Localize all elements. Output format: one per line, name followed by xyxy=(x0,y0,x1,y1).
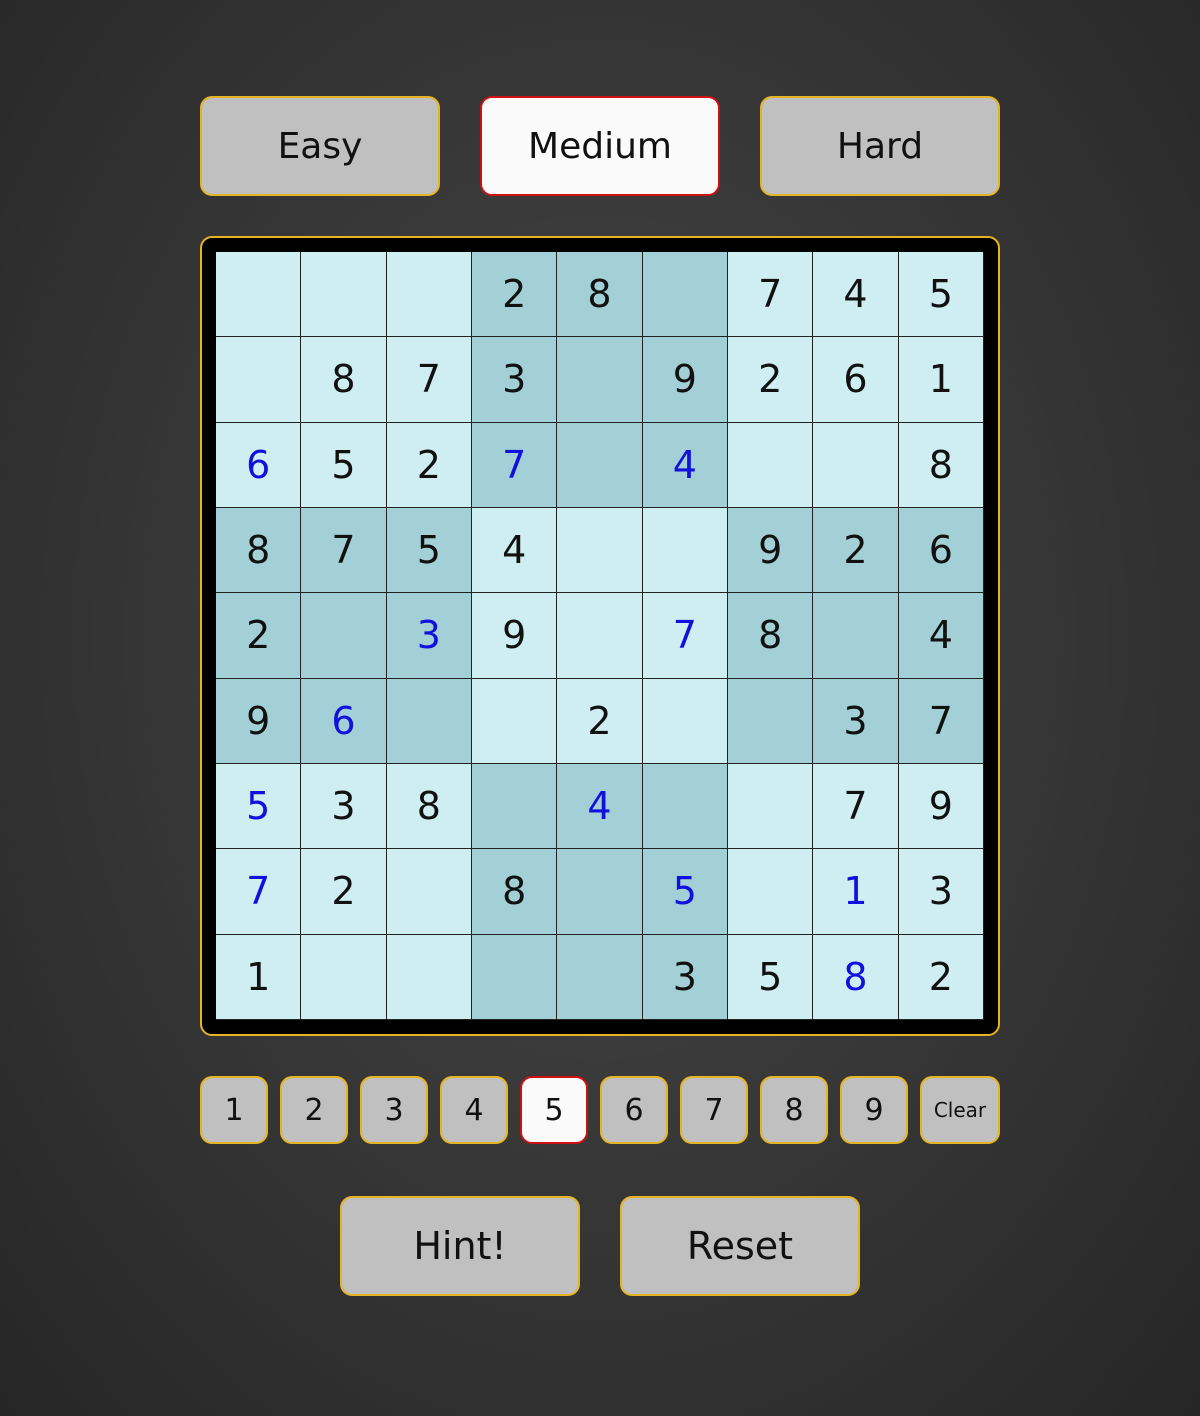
sudoku-cell-r1-c1[interactable] xyxy=(216,252,302,338)
number-button-2[interactable]: 2 xyxy=(280,1076,348,1144)
number-button-9[interactable]: 9 xyxy=(840,1076,908,1144)
number-button-1[interactable]: 1 xyxy=(200,1076,268,1144)
sudoku-cell-r9-c7[interactable]: 5 xyxy=(728,934,814,1020)
sudoku-cell-r9-c8[interactable]: 8 xyxy=(813,934,899,1020)
sudoku-cell-r4-c6[interactable] xyxy=(642,508,728,594)
number-button-8[interactable]: 8 xyxy=(760,1076,828,1144)
sudoku-cell-r3-c8[interactable] xyxy=(813,422,899,508)
sudoku-cell-r7-c4[interactable] xyxy=(472,764,558,850)
number-button-6[interactable]: 6 xyxy=(600,1076,668,1144)
sudoku-cell-r8-c2[interactable]: 2 xyxy=(301,849,387,935)
sudoku-cell-r5-c9[interactable]: 4 xyxy=(898,593,984,679)
sudoku-cell-r2-c6[interactable]: 9 xyxy=(642,337,728,423)
sudoku-cell-r8-c5[interactable] xyxy=(557,849,643,935)
sudoku-cell-r8-c1[interactable]: 7 xyxy=(216,849,302,935)
sudoku-cell-r1-c2[interactable] xyxy=(301,252,387,338)
sudoku-cell-r8-c3[interactable] xyxy=(386,849,472,935)
sudoku-cell-r9-c2[interactable] xyxy=(301,934,387,1020)
sudoku-cell-r3-c7[interactable] xyxy=(728,422,814,508)
sudoku-cell-r6-c2[interactable]: 6 xyxy=(301,678,387,764)
sudoku-cell-r4-c9[interactable]: 6 xyxy=(898,508,984,594)
sudoku-cell-r1-c9[interactable]: 5 xyxy=(898,252,984,338)
sudoku-cell-r4-c4[interactable]: 4 xyxy=(472,508,558,594)
sudoku-cell-r9-c9[interactable]: 2 xyxy=(898,934,984,1020)
sudoku-cell-r1-c4[interactable]: 2 xyxy=(472,252,558,338)
sudoku-cell-r2-c1[interactable] xyxy=(216,337,302,423)
sudoku-cell-r7-c5[interactable]: 4 xyxy=(557,764,643,850)
sudoku-cell-r5-c6[interactable]: 7 xyxy=(642,593,728,679)
sudoku-cell-r5-c2[interactable] xyxy=(301,593,387,679)
sudoku-cell-r9-c3[interactable] xyxy=(386,934,472,1020)
difficulty-easy-button[interactable]: Easy xyxy=(200,96,440,196)
sudoku-cell-r1-c8[interactable]: 4 xyxy=(813,252,899,338)
sudoku-cell-r1-c3[interactable] xyxy=(386,252,472,338)
sudoku-board: 2874587392616527488754926239784962375384… xyxy=(200,236,1000,1036)
sudoku-cell-r5-c3[interactable]: 3 xyxy=(386,593,472,679)
sudoku-cell-r8-c8[interactable]: 1 xyxy=(813,849,899,935)
sudoku-cell-r7-c2[interactable]: 3 xyxy=(301,764,387,850)
sudoku-cell-r8-c4[interactable]: 8 xyxy=(472,849,558,935)
sudoku-cell-r2-c5[interactable] xyxy=(557,337,643,423)
sudoku-cell-r2-c9[interactable]: 1 xyxy=(898,337,984,423)
sudoku-cell-r1-c7[interactable]: 7 xyxy=(728,252,814,338)
sudoku-cell-r4-c7[interactable]: 9 xyxy=(728,508,814,594)
sudoku-cell-r5-c5[interactable] xyxy=(557,593,643,679)
sudoku-cell-r2-c7[interactable]: 2 xyxy=(728,337,814,423)
sudoku-cell-r5-c7[interactable]: 8 xyxy=(728,593,814,679)
sudoku-cell-r7-c7[interactable] xyxy=(728,764,814,850)
sudoku-cell-r6-c1[interactable]: 9 xyxy=(216,678,302,764)
sudoku-cell-r5-c8[interactable] xyxy=(813,593,899,679)
sudoku-cell-r5-c1[interactable]: 2 xyxy=(216,593,302,679)
sudoku-cell-r8-c9[interactable]: 3 xyxy=(898,849,984,935)
sudoku-cell-r9-c4[interactable] xyxy=(472,934,558,1020)
sudoku-cell-r1-c5[interactable]: 8 xyxy=(557,252,643,338)
sudoku-cell-r9-c5[interactable] xyxy=(557,934,643,1020)
sudoku-cell-r7-c9[interactable]: 9 xyxy=(898,764,984,850)
sudoku-cell-r6-c3[interactable] xyxy=(386,678,472,764)
sudoku-cell-r4-c5[interactable] xyxy=(557,508,643,594)
sudoku-cell-r8-c7[interactable] xyxy=(728,849,814,935)
sudoku-cell-r4-c2[interactable]: 7 xyxy=(301,508,387,594)
sudoku-cell-r7-c8[interactable]: 7 xyxy=(813,764,899,850)
sudoku-cell-r2-c8[interactable]: 6 xyxy=(813,337,899,423)
difficulty-hard-button[interactable]: Hard xyxy=(760,96,1000,196)
sudoku-cell-r2-c3[interactable]: 7 xyxy=(386,337,472,423)
sudoku-cell-r3-c3[interactable]: 2 xyxy=(386,422,472,508)
sudoku-cell-r7-c1[interactable]: 5 xyxy=(216,764,302,850)
sudoku-cell-r6-c8[interactable]: 3 xyxy=(813,678,899,764)
number-button-5[interactable]: 5 xyxy=(520,1076,588,1144)
sudoku-cell-r9-c6[interactable]: 3 xyxy=(642,934,728,1020)
sudoku-cell-r3-c4[interactable]: 7 xyxy=(472,422,558,508)
sudoku-cell-r4-c1[interactable]: 8 xyxy=(216,508,302,594)
sudoku-cell-r3-c6[interactable]: 4 xyxy=(642,422,728,508)
number-button-3[interactable]: 3 xyxy=(360,1076,428,1144)
sudoku-cell-r3-c2[interactable]: 5 xyxy=(301,422,387,508)
sudoku-grid: 2874587392616527488754926239784962375384… xyxy=(216,252,984,1020)
sudoku-cell-r6-c4[interactable] xyxy=(472,678,558,764)
sudoku-cell-r4-c8[interactable]: 2 xyxy=(813,508,899,594)
sudoku-cell-r6-c7[interactable] xyxy=(728,678,814,764)
difficulty-medium-button[interactable]: Medium xyxy=(480,96,720,196)
sudoku-cell-r7-c6[interactable] xyxy=(642,764,728,850)
sudoku-cell-r3-c1[interactable]: 6 xyxy=(216,422,302,508)
sudoku-cell-r7-c3[interactable]: 8 xyxy=(386,764,472,850)
sudoku-cell-r5-c4[interactable]: 9 xyxy=(472,593,558,679)
number-button-4[interactable]: 4 xyxy=(440,1076,508,1144)
sudoku-cell-r2-c4[interactable]: 3 xyxy=(472,337,558,423)
sudoku-cell-r1-c6[interactable] xyxy=(642,252,728,338)
sudoku-cell-r3-c5[interactable] xyxy=(557,422,643,508)
sudoku-cell-r6-c9[interactable]: 7 xyxy=(898,678,984,764)
sudoku-cell-r2-c2[interactable]: 8 xyxy=(301,337,387,423)
sudoku-cell-r3-c9[interactable]: 8 xyxy=(898,422,984,508)
hint-button[interactable]: Hint! xyxy=(340,1196,580,1296)
sudoku-cell-r6-c5[interactable]: 2 xyxy=(557,678,643,764)
sudoku-cell-r8-c6[interactable]: 5 xyxy=(642,849,728,935)
number-button-7[interactable]: 7 xyxy=(680,1076,748,1144)
sudoku-cell-r4-c3[interactable]: 5 xyxy=(386,508,472,594)
reset-button[interactable]: Reset xyxy=(620,1196,860,1296)
sudoku-cell-r9-c1[interactable]: 1 xyxy=(216,934,302,1020)
clear-button[interactable]: Clear xyxy=(920,1076,1000,1144)
sudoku-cell-r6-c6[interactable] xyxy=(642,678,728,764)
